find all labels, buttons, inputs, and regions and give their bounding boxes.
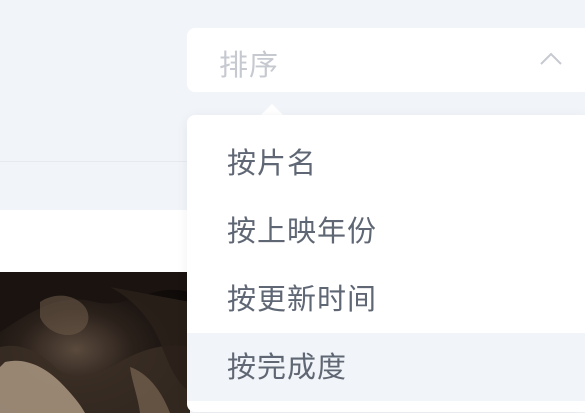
toolbar-strip	[0, 162, 190, 210]
sort-option-update-time[interactable]: 按更新时间	[187, 265, 585, 333]
sort-option-title[interactable]: 按片名	[187, 129, 585, 197]
chevron-up-icon[interactable]	[539, 50, 563, 68]
sort-option-completion[interactable]: 按完成度	[187, 333, 585, 401]
poster-artwork	[0, 272, 190, 413]
movie-poster-thumbnail[interactable]	[0, 272, 190, 413]
sort-dropdown-menu: 按片名 按上映年份 按更新时间 按完成度	[187, 115, 585, 412]
sort-option-release-year[interactable]: 按上映年份	[187, 197, 585, 265]
dropdown-pointer	[261, 104, 283, 115]
sort-select[interactable]: 排序	[187, 28, 585, 92]
sort-select-placeholder: 排序	[219, 48, 280, 82]
content-band	[0, 210, 190, 272]
